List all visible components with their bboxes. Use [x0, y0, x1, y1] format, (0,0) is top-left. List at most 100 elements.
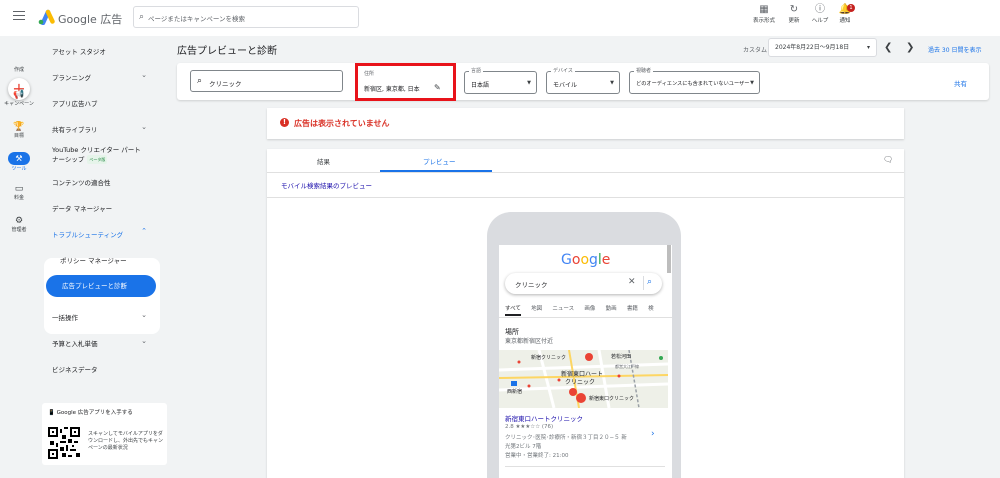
sidebar-item-bulk-actions[interactable]: 一括操作 — [52, 312, 78, 322]
search-icon[interactable]: ⌕ — [647, 277, 652, 287]
chevron-down-icon[interactable]: ⌄ — [141, 71, 147, 79]
refresh-button[interactable]: ↻ 更新 — [780, 4, 808, 24]
mobile-query: クリニック — [515, 281, 548, 289]
clear-icon[interactable]: ✕ — [628, 277, 636, 287]
feedback-icon[interactable]: 🗨 — [883, 155, 893, 164]
sidebar-item-troubleshooting[interactable]: トラブルシューティング — [52, 229, 123, 239]
trophy-icon: 🏆 — [13, 122, 25, 132]
chevron-down-icon[interactable]: ⌄ — [141, 311, 147, 319]
share-button[interactable]: 共有 — [954, 78, 967, 88]
menu-icon[interactable] — [13, 11, 25, 21]
alert-message: 広告は表示されていません — [294, 119, 390, 128]
map-label: 西新宿 — [507, 388, 522, 395]
location-value: 新宿区, 東京都, 日本 — [364, 86, 420, 93]
edit-pencil-icon[interactable]: ✎ — [434, 83, 441, 92]
notifications-button[interactable]: 🔔 通知 1 — [831, 4, 859, 24]
divider — [267, 172, 904, 173]
date-range-select[interactable]: 2024年8月22日～9月18日 ▾ — [768, 38, 877, 57]
qr-code-icon — [48, 427, 80, 459]
rail-item-tools[interactable]: ⚒ ツール — [0, 152, 38, 172]
sidebar-item-youtube-partnership[interactable]: YouTube クリエイター パートナーシップ ベータ版 — [52, 146, 142, 165]
audience-value: どのオーディエンスにも含まれていないユーザー — [636, 81, 750, 87]
rail-label-admin: 管理者 — [11, 227, 27, 233]
result-title[interactable]: 新宿東口ハートクリニック — [505, 413, 583, 423]
chevron-down-icon[interactable]: ⌄ — [141, 123, 147, 131]
left-rail: + 作成 📢 キャンペーン 🏆 目標 ⚒ ツール ▭ 料金 ⚙ 管理者 — [0, 36, 38, 478]
mobile-search-box[interactable]: クリニック ✕ ⌕ — [505, 273, 662, 294]
chevron-down-icon[interactable]: ⌄ — [141, 337, 147, 345]
rail-item-goals[interactable]: 🏆 目標 — [0, 122, 38, 139]
top-bar: Google 広告 ⌕ ページまたはキャンペーンを検索 ▦ 表示形式 ↻ 更新 … — [0, 0, 1000, 36]
phone-scrollbar[interactable] — [667, 245, 671, 273]
sidebar-item-shared-library[interactable]: 共有ライブラリ — [52, 124, 98, 134]
view-last-30-days-link[interactable]: 過去 30 日間を表示 — [928, 45, 981, 54]
mobile-tab-maps[interactable]: 地図 — [531, 304, 542, 312]
search-icon: ⌕ — [139, 12, 145, 22]
ads-not-shown-alert: ! 広告は表示されていません — [267, 108, 904, 139]
rail-label-tools: ツール — [11, 166, 27, 172]
rail-item-admin[interactable]: ⚙ 管理者 — [0, 216, 38, 233]
rail-item-campaigns[interactable]: 📢 キャンペーン — [0, 90, 38, 107]
tab-preview[interactable]: プレビュー — [423, 156, 456, 166]
chevron-right-icon[interactable]: › — [651, 429, 655, 439]
google-logo: Google — [561, 252, 611, 268]
google-ads-logo — [38, 9, 55, 25]
sidebar-item-policy-manager[interactable]: ポリシー マネージャー — [60, 255, 127, 265]
sidebar-item-planning[interactable]: プランニング — [52, 72, 91, 82]
language-value: 日本語 — [471, 82, 490, 89]
sidebar-item-ad-preview[interactable]: 広告プレビューと診断 — [46, 275, 156, 297]
sidebar-item-business-data[interactable]: ビジネスデータ — [52, 364, 98, 374]
notification-badge: 1 — [847, 4, 855, 12]
map-label: 都営大江戸線 — [615, 363, 639, 369]
beta-badge: ベータ版 — [87, 155, 108, 164]
mobile-tab-news[interactable]: ニュース — [552, 304, 574, 312]
sidebar-item-data-manager[interactable]: データ マネージャー — [52, 203, 112, 213]
keyword-value: クリニック — [209, 80, 242, 88]
places-subtitle: 東京都新宿区付近 — [505, 338, 554, 345]
rail-item-create[interactable]: 作成 — [0, 66, 38, 73]
sidebar-item-app-hub[interactable]: アプリ広告ハブ — [52, 98, 98, 108]
error-icon: ! — [280, 118, 289, 127]
page-title: 広告プレビューと診断 — [177, 46, 277, 57]
map-label: クリニック — [565, 379, 595, 386]
rail-label-billing: 料金 — [13, 195, 24, 201]
divider — [499, 317, 672, 318]
map-thumbnail[interactable]: 新宿クリニック 若松河田 新宿東口ハート クリニック 西新宿 新宿東口クリニック… — [499, 350, 668, 408]
mobile-tab-videos[interactable]: 動画 — [606, 304, 617, 312]
mobile-tab-more[interactable]: 検 — [648, 304, 654, 312]
chevron-up-icon[interactable]: ⌃ — [141, 227, 147, 235]
date-range-label: カスタム — [743, 47, 768, 54]
result-hours: 営業中・営業終了: 21:00 — [505, 453, 569, 459]
rail-label-goals: 目標 — [13, 133, 24, 139]
tab-results[interactable]: 結果 — [317, 156, 330, 166]
rail-item-billing[interactable]: ▭ 料金 — [0, 184, 38, 201]
previous-period-icon[interactable]: ❮ — [884, 42, 892, 53]
device-select[interactable]: デバイス モバイル ▼ — [546, 67, 620, 94]
mobile-tab-all[interactable]: すべて — [505, 304, 521, 316]
refresh-icon: ↻ — [789, 4, 799, 15]
app-promo-text: スキャンしてモバイルアプリをダウンロードし、外出先でもキャンペーンの最新状況 — [88, 431, 164, 451]
language-select[interactable]: 言語 日本語 ▼ — [464, 67, 537, 94]
app-promo-card[interactable]: 📱 Google 広告アプリを入手する スキャンしてモバイルアプリをダウンロード… — [42, 403, 167, 465]
audience-select[interactable]: 視聴者 どのオーディエンスにも含まれていないユーザー ▼ — [629, 67, 760, 94]
sidebar-item-content-suitability[interactable]: コンテンツの適合性 — [52, 177, 111, 187]
sidebar-item-asset-studio[interactable]: アセット スタジオ — [52, 46, 106, 56]
keyword-input[interactable]: ⌕ クリニック — [190, 70, 343, 92]
next-period-icon[interactable]: ❯ — [906, 42, 914, 53]
device-label: デバイス — [551, 67, 575, 74]
refresh-label: 更新 — [788, 18, 800, 24]
mobile-tab-images[interactable]: 画像 — [584, 304, 595, 312]
mobile-search-tabs: すべて 地図 ニュース 画像 動画 書籍 検 — [505, 304, 672, 316]
view-button[interactable]: ▦ 表示形式 — [750, 4, 778, 24]
mobile-tab-books[interactable]: 書籍 — [627, 304, 638, 312]
app-promo-title: 📱 Google 広告アプリを入手する — [48, 410, 133, 416]
brand-text: Google 広告 — [58, 13, 123, 26]
help-button[interactable]: ⓘ ヘルプ — [806, 4, 834, 24]
date-range-value: 2024年8月22日～9月18日 — [775, 44, 850, 51]
page-search-input[interactable]: ⌕ ページまたはキャンペーンを検索 — [133, 6, 359, 28]
search-placeholder: ページまたはキャンペーンを検索 — [148, 15, 246, 23]
view-label: 表示形式 — [752, 18, 775, 24]
location-field[interactable]: 住所 新宿区, 東京都, 日本 ✎ — [355, 63, 456, 101]
rail-label-campaigns: キャンペーン — [4, 101, 34, 107]
sidebar-item-budgets[interactable]: 予算と入札単価 — [52, 338, 98, 348]
